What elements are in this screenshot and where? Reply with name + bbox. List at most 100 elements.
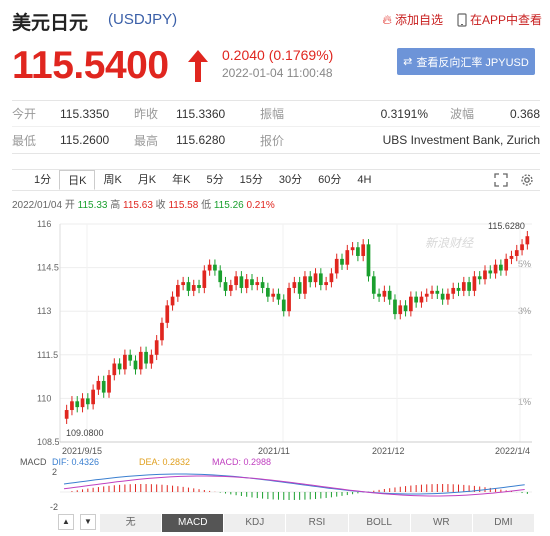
y-tick-label: 114.5 — [37, 263, 59, 273]
candle — [488, 270, 493, 274]
candle — [75, 401, 80, 408]
candle — [366, 244, 371, 277]
candle — [197, 285, 201, 288]
up-arrow-icon — [188, 50, 208, 82]
candle — [80, 398, 85, 408]
stat-value: UBS Investment Bank, Zurich — [382, 133, 540, 147]
y-tick-label: 108.5 — [37, 437, 60, 447]
candle — [202, 270, 207, 288]
candle — [514, 250, 519, 256]
candle — [297, 282, 302, 294]
candle — [149, 354, 154, 364]
ohlc-high: 115.63 — [123, 200, 153, 211]
reverse-rate-button[interactable]: ⇄ 查看反向汇率 JPYUSD — [397, 48, 535, 75]
tab-period[interactable]: 日K — [59, 170, 96, 190]
ohlc-open-label: 开 — [64, 200, 75, 211]
ohlc-close-label: 收 — [155, 200, 166, 211]
candle — [276, 293, 281, 300]
candle — [271, 293, 276, 297]
stat-label: 波幅 — [450, 107, 475, 121]
scroll-up-button[interactable]: ▲ — [58, 514, 74, 530]
y-tick-label: 110 — [37, 393, 51, 403]
ohlc-line: 2022/01/04 开 115.33 高 115.63 收 115.58 低 … — [12, 196, 275, 211]
tab-period[interactable]: 15分 — [232, 170, 271, 190]
candle — [456, 287, 461, 291]
period-tabs: 1分 日K 周K 月K 年K 5分 15分 30分 60分 4H — [12, 169, 540, 191]
candle — [128, 354, 133, 361]
tab-period[interactable]: 周K — [95, 170, 129, 190]
price-chart[interactable]: 116114.5113111.5110108.55%3%1%2021/9/15 2… — [0, 212, 550, 512]
candle — [387, 290, 392, 300]
scroll-down-button[interactable]: ▼ — [80, 514, 96, 530]
candle — [451, 287, 456, 294]
candle — [329, 273, 334, 283]
stats-table: 今开 115.3350 昨收 115.3360 振幅 0.3191% 波幅 0.… — [12, 100, 540, 154]
candle — [525, 236, 530, 245]
candle — [123, 354, 127, 370]
y-tick-label: 113 — [37, 306, 51, 316]
candle — [101, 380, 106, 393]
candle — [499, 264, 503, 271]
stat-label: 今开 — [12, 107, 37, 121]
x-tick-label: 2021/12 — [372, 446, 405, 456]
tab-period[interactable]: 5分 — [199, 170, 232, 190]
indicator-tab[interactable]: 无 — [100, 514, 163, 532]
indicator-tab[interactable]: BOLL — [349, 514, 411, 532]
macd-y-top: 2 — [52, 467, 57, 477]
indicator-tab[interactable]: RSI — [286, 514, 349, 532]
candle — [292, 282, 297, 288]
tab-period[interactable]: 1分 — [26, 170, 59, 190]
stat-label: 振幅 — [260, 107, 285, 121]
candle — [430, 290, 434, 294]
candle — [440, 293, 445, 300]
tab-period[interactable]: 年K — [164, 170, 198, 190]
candle — [239, 276, 244, 288]
indicator-tab[interactable]: DMI — [473, 514, 535, 532]
candle — [371, 276, 376, 294]
indicator-tab[interactable]: MACD — [162, 514, 225, 532]
tab-period[interactable]: 30分 — [271, 170, 310, 190]
candle — [281, 299, 286, 312]
indicator-tab[interactable]: KDJ — [224, 514, 287, 532]
quote-timestamp: 2022-01-04 11:00:48 — [222, 66, 333, 80]
tab-period[interactable]: 4H — [349, 170, 379, 190]
candle — [356, 247, 360, 256]
candle — [334, 258, 339, 274]
candle — [493, 264, 498, 274]
add-watchlist-link[interactable]: 🔥︎ 添加自选 — [382, 11, 443, 28]
candle — [117, 363, 122, 370]
candle — [255, 282, 260, 286]
price-change: 0.2040 (0.1769%) — [222, 47, 334, 63]
stats-row: 最低 115.2600 最高 115.6280 报价 UBS Investmen… — [12, 127, 540, 153]
candle — [160, 322, 164, 341]
candle — [170, 296, 175, 306]
stat-label: 昨收 — [134, 107, 159, 121]
candle — [96, 380, 101, 390]
min-label: 109.0800 — [66, 428, 104, 438]
candle — [461, 282, 466, 291]
candle — [318, 273, 323, 286]
tab-period[interactable]: 月K — [130, 170, 164, 190]
candle — [361, 244, 366, 256]
candle — [181, 282, 186, 286]
open-app-link[interactable]: 在APP中查看 — [457, 11, 542, 28]
macd-dea: DEA: 0.2832 — [139, 457, 190, 467]
candle — [234, 276, 238, 286]
x-tick-label: 2022/1/4 — [495, 446, 530, 456]
settings-gear-icon[interactable] — [520, 173, 534, 187]
candle — [313, 273, 318, 283]
fullscreen-icon[interactable] — [494, 173, 508, 187]
watermark: 新浪财经 — [425, 236, 475, 250]
candle — [408, 296, 413, 312]
candle — [324, 282, 328, 286]
stat-value: 115.3360 — [176, 106, 226, 121]
candle — [303, 276, 307, 294]
candle — [403, 305, 408, 312]
candle — [250, 279, 254, 286]
indicator-tab[interactable]: WR — [411, 514, 473, 532]
x-tick-label: 2021/9/15 — [62, 446, 102, 456]
tab-period[interactable]: 60分 — [310, 170, 349, 190]
macd-dif: DIF: 0.4326 — [52, 457, 99, 467]
candle — [483, 270, 487, 280]
stat-label: 最高 — [134, 133, 159, 148]
